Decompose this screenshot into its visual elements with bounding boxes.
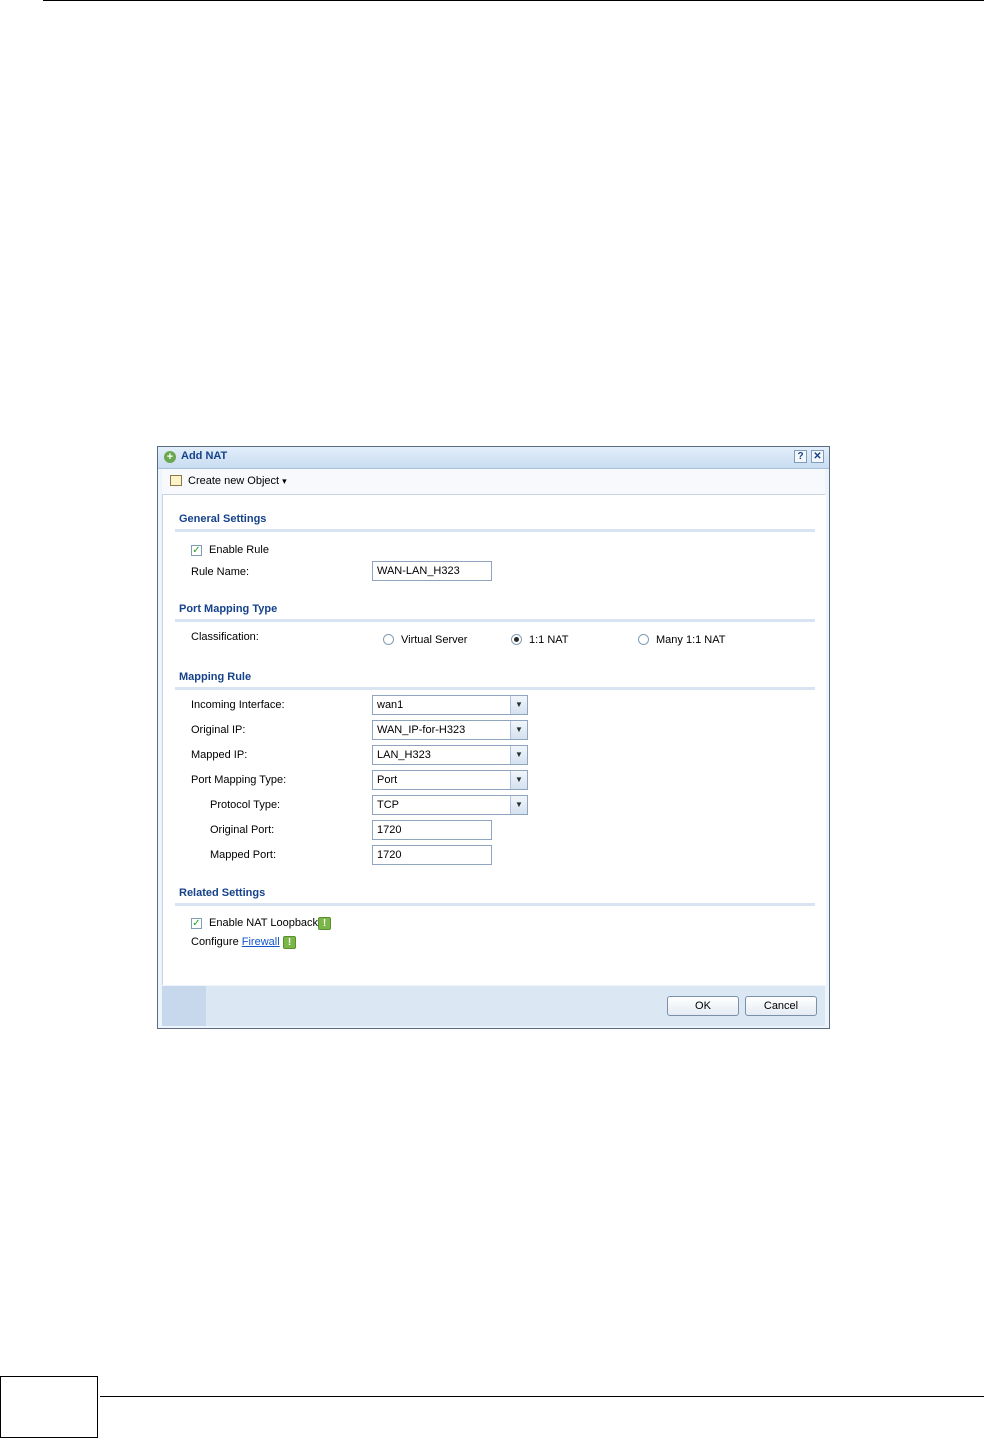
ok-button[interactable]: OK bbox=[667, 996, 739, 1016]
create-new-object-label: Create new Object bbox=[188, 475, 280, 487]
section-title-related: Related Settings bbox=[179, 887, 266, 899]
port-mapping-type-value: Port bbox=[377, 774, 398, 786]
chevron-down-icon: ▾ bbox=[282, 476, 287, 486]
chevron-down-icon: ▼ bbox=[510, 746, 527, 764]
rule-name-input[interactable]: WAN-LAN_H323 bbox=[372, 561, 492, 581]
radio-many-one-to-one-nat[interactable] bbox=[638, 634, 649, 645]
chevron-down-icon: ▼ bbox=[510, 696, 527, 714]
enable-nat-loopback-checkbox[interactable]: ✓ bbox=[191, 918, 202, 929]
mapped-ip-label: Mapped IP: bbox=[191, 749, 248, 761]
radio-virtual-server-label: Virtual Server bbox=[401, 634, 468, 646]
mapped-ip-value: LAN_H323 bbox=[377, 749, 431, 761]
configure-label: Configure bbox=[191, 936, 239, 948]
classification-label: Classification: bbox=[191, 631, 259, 643]
chevron-down-icon: ▼ bbox=[510, 796, 527, 814]
section-title-general: General Settings bbox=[179, 513, 267, 525]
dialog-toolbar: Create new Object ▾ bbox=[162, 469, 825, 495]
radio-one-to-one-nat-label: 1:1 NAT bbox=[529, 634, 569, 646]
dialog-title: Add NAT bbox=[181, 450, 228, 462]
radio-one-to-one-nat[interactable] bbox=[511, 634, 522, 645]
original-port-label: Original Port: bbox=[210, 824, 275, 836]
enable-nat-loopback-label: Enable NAT Loopback bbox=[209, 917, 319, 929]
protocol-type-select[interactable]: TCP ▼ bbox=[372, 795, 528, 815]
footer-side-panel bbox=[162, 986, 206, 1026]
info-icon[interactable]: ! bbox=[283, 936, 296, 949]
chevron-down-icon: ▼ bbox=[510, 721, 527, 739]
original-port-input[interactable]: 1720 bbox=[372, 820, 492, 840]
radio-many-one-to-one-nat-label: Many 1:1 NAT bbox=[656, 634, 726, 646]
mapped-port-input[interactable]: 1720 bbox=[372, 845, 492, 865]
cancel-button[interactable]: Cancel bbox=[745, 996, 817, 1016]
create-new-object-menu[interactable]: Create new Object ▾ bbox=[188, 475, 287, 487]
firewall-link[interactable]: Firewall bbox=[242, 936, 280, 948]
mapped-port-label: Mapped Port: bbox=[210, 849, 277, 861]
chevron-down-icon: ▼ bbox=[510, 771, 527, 789]
enable-rule-label: Enable Rule bbox=[209, 544, 269, 556]
page-footer-rule bbox=[100, 1396, 984, 1397]
incoming-interface-label: Incoming Interface: bbox=[191, 699, 285, 711]
port-mapping-type-select[interactable]: Port ▼ bbox=[372, 770, 528, 790]
radio-virtual-server[interactable] bbox=[383, 634, 394, 645]
rule-name-label: Rule Name: bbox=[191, 566, 250, 578]
section-divider bbox=[175, 619, 815, 622]
original-ip-select[interactable]: WAN_IP-for-H323 ▼ bbox=[372, 720, 528, 740]
section-title-mapping-rule: Mapping Rule bbox=[179, 671, 252, 683]
add-icon: + bbox=[164, 451, 176, 463]
section-divider bbox=[175, 687, 815, 690]
protocol-type-label: Protocol Type: bbox=[210, 799, 281, 811]
dialog-content: General Settings ✓ Enable Rule Rule Name… bbox=[162, 495, 826, 985]
original-ip-label: Original IP: bbox=[191, 724, 246, 736]
section-divider bbox=[175, 529, 815, 532]
object-icon bbox=[170, 475, 182, 486]
dialog-footer: OK Cancel bbox=[162, 986, 825, 1026]
close-icon[interactable]: ✕ bbox=[811, 450, 824, 463]
incoming-interface-select[interactable]: wan1 ▼ bbox=[372, 695, 528, 715]
port-mapping-type-label: Port Mapping Type: bbox=[191, 774, 287, 786]
configure-firewall-text: Configure Firewall bbox=[191, 936, 280, 948]
info-icon[interactable]: ! bbox=[318, 917, 331, 930]
page-number-box bbox=[0, 1376, 98, 1438]
mapped-ip-select[interactable]: LAN_H323 ▼ bbox=[372, 745, 528, 765]
protocol-type-value: TCP bbox=[377, 799, 399, 811]
enable-rule-checkbox[interactable]: ✓ bbox=[191, 545, 202, 556]
incoming-interface-value: wan1 bbox=[377, 699, 404, 711]
help-icon[interactable]: ? bbox=[794, 450, 807, 463]
section-title-port-mapping: Port Mapping Type bbox=[179, 603, 278, 615]
dialog-titlebar: + Add NAT ? ✕ bbox=[158, 447, 829, 469]
add-nat-dialog: + Add NAT ? ✕ Create new Object ▾ Genera… bbox=[157, 446, 830, 1029]
page-top-rule bbox=[43, 0, 984, 1]
section-divider bbox=[175, 903, 815, 906]
original-ip-value: WAN_IP-for-H323 bbox=[377, 724, 466, 736]
